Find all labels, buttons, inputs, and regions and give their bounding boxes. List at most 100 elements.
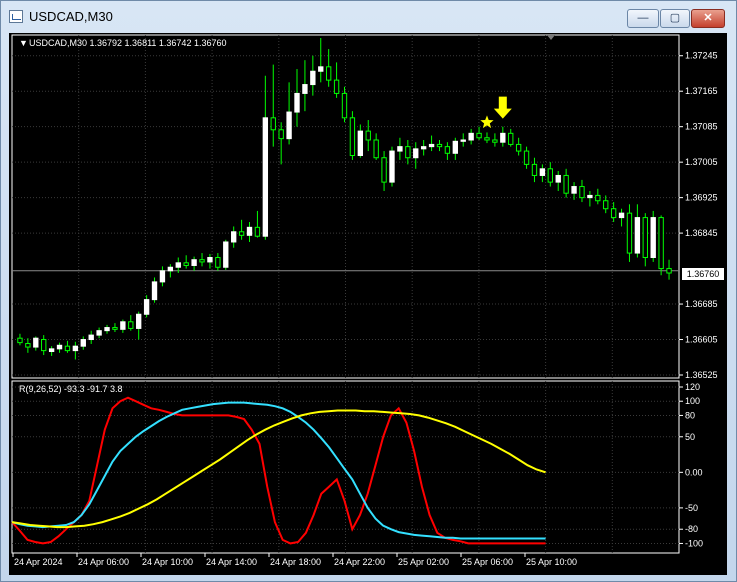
bear-candle-body (626, 212, 633, 254)
time-axis-label: 25 Apr 10:00 (526, 557, 577, 567)
current-price-label: 1.36760 (682, 268, 724, 280)
bull-candle-body (120, 321, 126, 330)
bull-candle-body (618, 212, 625, 219)
main-y-tick-label: 1.37245 (685, 51, 718, 61)
bull-candle-body (634, 217, 641, 254)
bear-candle-body (341, 92, 348, 119)
main-y-tick-label: 1.36605 (685, 335, 718, 345)
bull-candle-body (397, 146, 403, 152)
bear-candle-body (199, 259, 205, 263)
indicator-y-tick-label: 80 (685, 410, 695, 420)
bull-candle-body (500, 132, 506, 143)
bear-candle-body (444, 146, 451, 154)
bull-candle-body (223, 241, 229, 268)
indicator-y-tick-label: -80 (685, 524, 698, 534)
bull-candle-body (136, 313, 142, 329)
bull-candle-body (286, 111, 292, 140)
window-title: USDCAD,M30 (29, 9, 113, 24)
indicator-y-tick-label: 100 (685, 396, 700, 406)
time-axis-label: 25 Apr 06:00 (462, 557, 513, 567)
bear-candle-body (658, 217, 664, 270)
bull-candle-body (587, 194, 593, 199)
minimize-button[interactable]: — (627, 9, 659, 28)
bull-candle-body (428, 143, 435, 148)
title-bar[interactable]: USDCAD,M30 — ▢ ✕ (1, 1, 736, 31)
bull-candle-body (72, 345, 79, 352)
time-axis-label: 24 Apr 18:00 (270, 557, 321, 567)
bull-candle-body (555, 174, 561, 183)
time-axis-label: 24 Apr 2024 (14, 557, 63, 567)
time-axis-label: 24 Apr 06:00 (78, 557, 129, 567)
bear-candle-body (610, 208, 617, 219)
close-button[interactable]: ✕ (691, 9, 725, 28)
bull-candle-body (207, 256, 213, 263)
main-chart-header: USDCAD,M30 1.36792 1.36811 1.36742 1.367… (29, 38, 227, 48)
indicator-y-tick-label: 120 (685, 382, 700, 392)
bear-candle-body (254, 226, 261, 237)
bull-candle-body (33, 337, 39, 348)
bull-candle-body (48, 348, 55, 352)
bull-candle-body (262, 117, 269, 237)
bull-candle-body (539, 168, 546, 176)
main-y-tick-label: 1.36925 (685, 193, 718, 203)
bear-candle-body (278, 129, 284, 140)
bull-candle-body (191, 259, 197, 266)
main-y-tick-label: 1.36845 (685, 228, 718, 238)
main-y-tick-label: 1.36525 (685, 370, 718, 380)
bull-candle-body (302, 84, 308, 94)
bear-candle-body (492, 139, 498, 143)
bull-candle-body (460, 139, 466, 142)
bear-candle-body (642, 217, 648, 258)
bull-candle-body (56, 344, 63, 350)
indicator-y-tick-label: -100 (685, 538, 703, 548)
bull-candle-body (231, 231, 237, 243)
main-y-tick-label: 1.37005 (685, 157, 718, 167)
indicator-header: R(9,26,52) -93.3 -91.7 3.8 (19, 384, 123, 394)
time-axis-label: 24 Apr 22:00 (334, 557, 385, 567)
maximize-button[interactable]: ▢ (660, 9, 690, 28)
bear-candle-body (603, 200, 609, 210)
bear-candle-body (365, 130, 371, 141)
bear-candle-body (563, 174, 569, 194)
symbol-menu-icon[interactable]: ▼ (19, 38, 28, 48)
bull-candle-body (389, 150, 395, 183)
bull-candle-body (468, 132, 474, 141)
bear-candle-body (476, 132, 482, 139)
bear-candle-body (41, 339, 47, 352)
bull-candle-body (420, 146, 427, 150)
chart-window: USDCAD,M30 — ▢ ✕ 1.37245 1.37165 1.37085 1.… (0, 0, 737, 582)
bear-candle-body (523, 150, 530, 165)
main-y-tick-label: 1.37085 (685, 122, 718, 132)
chart-area[interactable]: 1.37245 1.37165 1.37085 1.37005 1.36925 1.368… (9, 33, 727, 575)
bear-candle-body (508, 132, 514, 145)
chart-app-icon (9, 10, 23, 23)
bear-candle-body (436, 143, 443, 148)
indicator-y-tick-label: -50 (685, 503, 698, 513)
bear-candle-body (17, 337, 23, 344)
bull-candle-body (246, 226, 253, 236)
bull-candle-body (650, 217, 656, 258)
down-arrow-marker-icon (493, 96, 512, 119)
bear-candle-body (484, 137, 490, 141)
bear-candle-body (515, 143, 522, 152)
bear-candle-body (64, 345, 71, 352)
time-axis-label: 24 Apr 14:00 (206, 557, 257, 567)
bear-candle-body (333, 79, 340, 94)
chart-canvas[interactable]: 1.37245 1.37165 1.37085 1.37005 1.36925 1.368… (9, 33, 727, 575)
main-y-tick-label: 1.36685 (685, 299, 718, 309)
bear-candle-body (270, 117, 276, 131)
bear-candle-body (531, 163, 538, 176)
indicator-y-tick-label: 50 (685, 432, 695, 442)
bear-candle-body (128, 321, 134, 329)
chart-shift-marker-icon (547, 35, 555, 40)
indicator-line-fast (11, 396, 546, 545)
bull-candle-body (175, 262, 181, 268)
bull-candle-body (80, 339, 86, 347)
indicator-y-tick-label: 0.00 (685, 467, 703, 477)
bull-candle-body (571, 186, 577, 194)
bear-candle-body (381, 157, 387, 183)
bear-candle-body (405, 146, 411, 159)
bull-candle-body (104, 327, 110, 332)
bear-candle-body (595, 194, 601, 202)
time-axis-label: 25 Apr 02:00 (398, 557, 449, 567)
